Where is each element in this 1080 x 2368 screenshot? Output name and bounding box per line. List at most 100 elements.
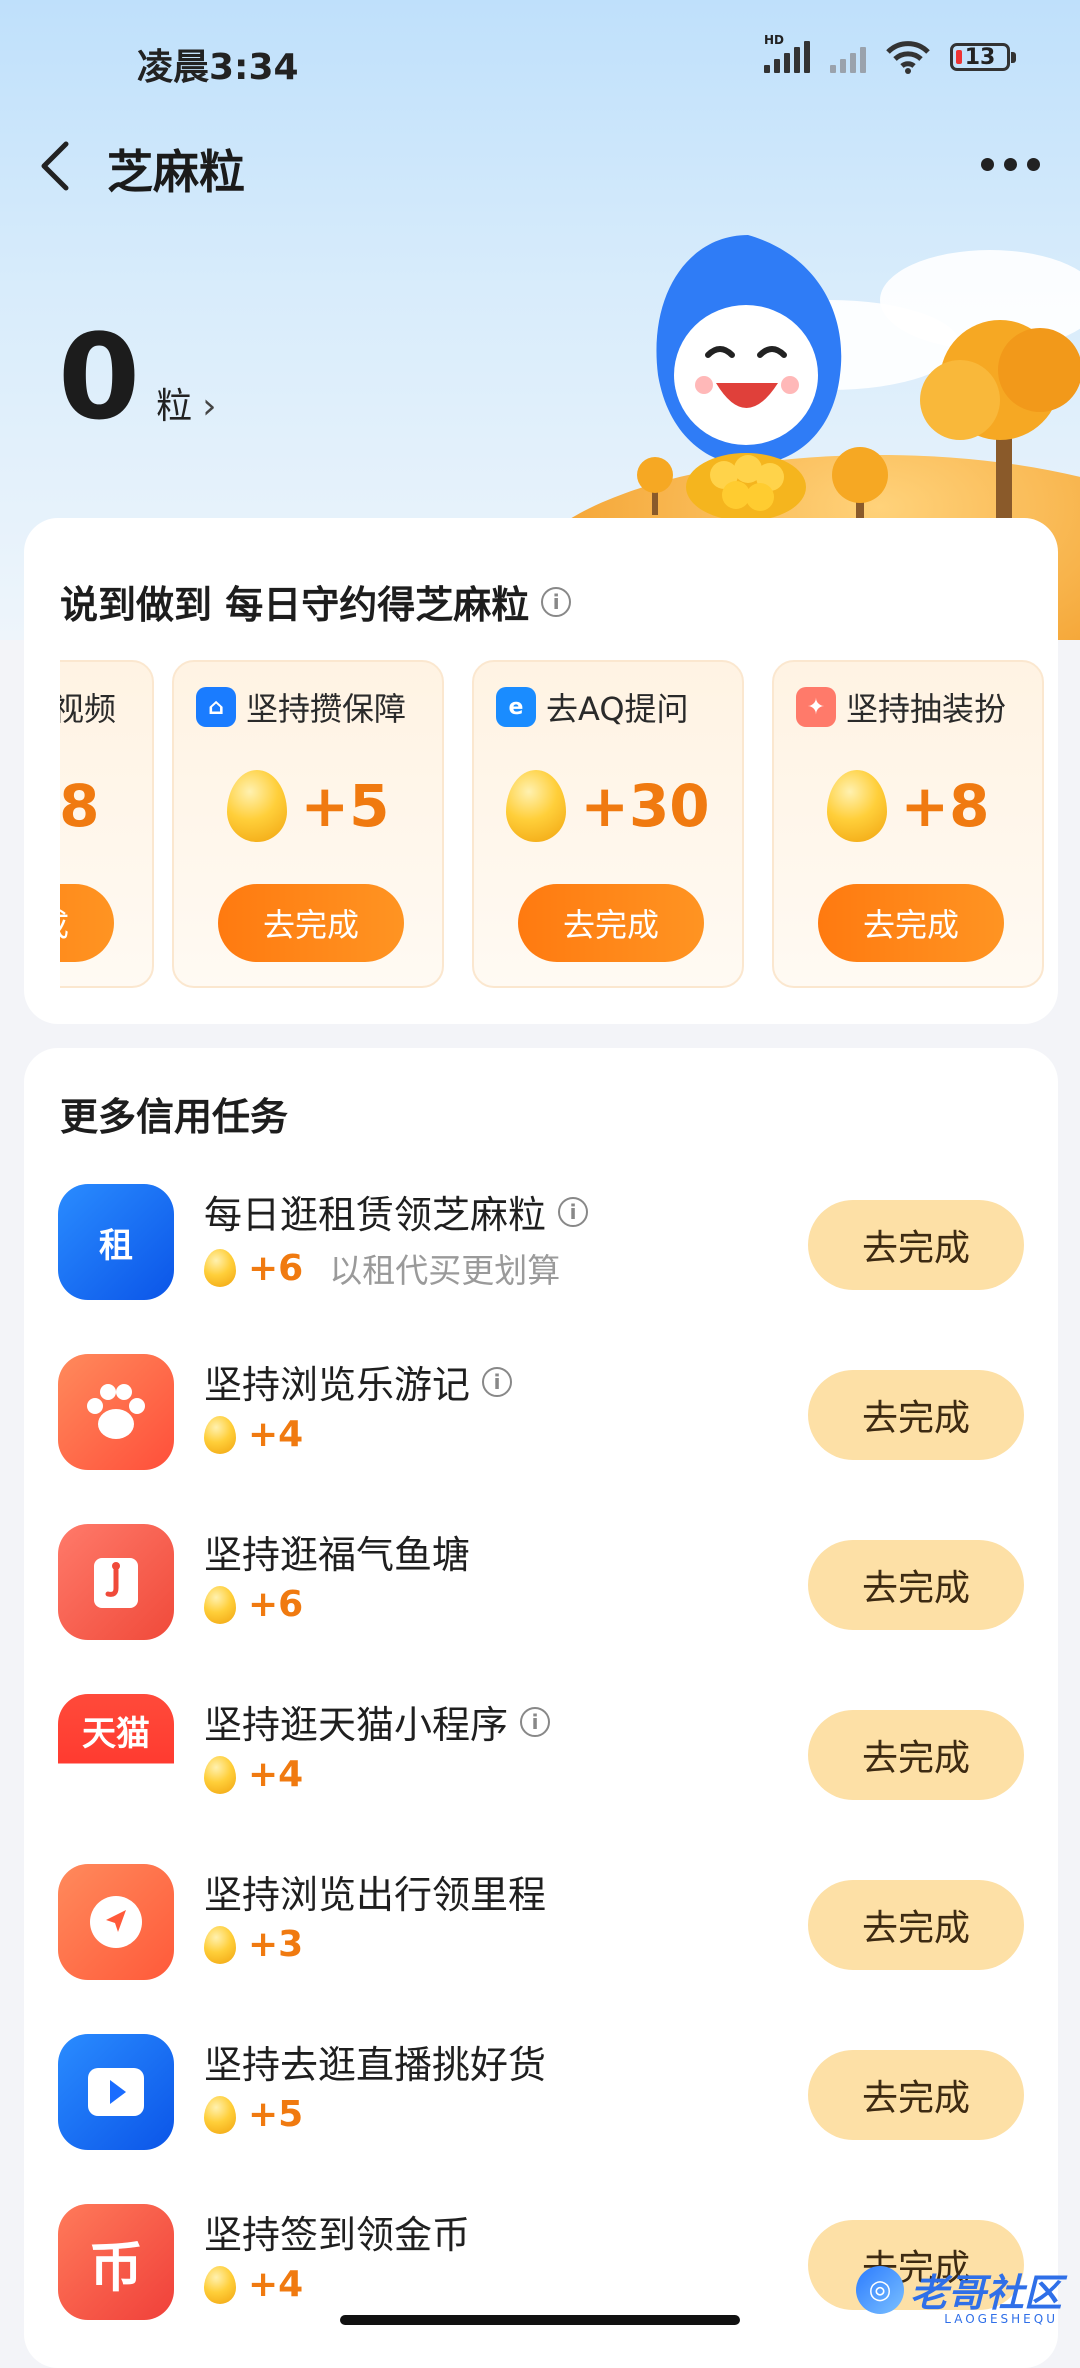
list-item[interactable]: 坚持浏览出行领里程 +3 去完成 bbox=[24, 1864, 1058, 2034]
points-balance[interactable]: 0 粒 › bbox=[58, 318, 217, 436]
info-icon[interactable]: i bbox=[541, 586, 572, 617]
list-item[interactable]: 租 每日逛租赁领芝麻粒 i +6 以租代买更划算 去完成 bbox=[24, 1184, 1058, 1354]
watermark-logo-icon: ◎ bbox=[855, 2265, 904, 2314]
daily-task-card[interactable]: ▶ 坚持刷视频 +8 去完成 bbox=[60, 660, 154, 988]
daily-task-head: ▶ 坚持刷视频 bbox=[60, 684, 116, 730]
sesame-egg-icon bbox=[204, 1925, 236, 1964]
complete-button[interactable]: 去完成 bbox=[518, 884, 704, 962]
rent-icon: 租 bbox=[58, 1184, 174, 1300]
list-item-reward: +4 bbox=[204, 2264, 303, 2305]
list-item-reward: +4 bbox=[204, 1414, 303, 1455]
battery-level: 13 bbox=[964, 44, 996, 70]
sesame-egg-icon bbox=[826, 770, 887, 842]
list-item-title-text: 坚持逛福气鱼塘 bbox=[204, 1533, 471, 1577]
tree-icon bbox=[920, 320, 1080, 540]
list-item[interactable]: 坚持浏览乐游记 i +4 去完成 bbox=[24, 1354, 1058, 1524]
watermark-text: 老哥社区 bbox=[909, 2271, 1062, 2315]
back-arrow-icon[interactable] bbox=[32, 138, 82, 194]
sesame-egg-icon bbox=[226, 770, 287, 842]
daily-task-head: e 去AQ提问 bbox=[496, 684, 689, 730]
wifi-icon bbox=[886, 41, 930, 74]
rent-icon-text: 租 bbox=[99, 1225, 133, 1266]
daily-task-reward: +8 bbox=[774, 770, 1042, 842]
daily-tasks-card: 说到做到 每日守约得芝麻粒 i ▶ 坚持刷视频 +8 去完成 ⌂ 坚持攒保障 +… bbox=[24, 518, 1058, 1024]
sesame-egg-icon bbox=[506, 770, 567, 842]
info-icon[interactable]: i bbox=[558, 1196, 589, 1227]
list-item[interactable]: 坚持逛福气鱼塘 +6 去完成 bbox=[24, 1524, 1058, 1694]
list-item-title: 坚持逛福气鱼塘 bbox=[204, 1524, 470, 1579]
complete-button[interactable]: 去完成 bbox=[808, 2050, 1024, 2140]
daily-task-value: +30 bbox=[580, 772, 710, 840]
status-icons: HD 13 bbox=[764, 33, 1016, 74]
info-icon[interactable]: i bbox=[482, 1366, 513, 1397]
list-item-title-text: 坚持逛天猫小程序 bbox=[204, 1703, 509, 1747]
paw-icon bbox=[58, 1354, 174, 1470]
list-item-value: +6 bbox=[248, 1247, 304, 1289]
list-item-reward: +4 bbox=[204, 1754, 303, 1795]
list-item-title: 坚持逛天猫小程序 i bbox=[204, 1694, 551, 1749]
daily-task-value: +8 bbox=[900, 772, 990, 840]
daily-task-head: ✦ 坚持抽装扮 bbox=[796, 684, 1006, 730]
home-indicator[interactable] bbox=[340, 2315, 740, 2325]
list-item-title-text: 坚持浏览乐游记 bbox=[204, 1363, 471, 1407]
daily-task-card[interactable]: ✦ 坚持抽装扮 +8 去完成 bbox=[772, 660, 1044, 988]
daily-tasks-title-text: 说到做到 每日守约得芝麻粒 bbox=[60, 583, 530, 627]
coin-icon: 币 bbox=[58, 2204, 174, 2320]
list-item-reward: +5 bbox=[204, 2094, 303, 2135]
status-time: 凌晨3:34 bbox=[137, 47, 299, 88]
daily-task-label: 坚持攒保障 bbox=[246, 690, 407, 728]
more-tasks-card: 更多信用任务 租 每日逛租赁领芝麻粒 i +6 以租代买更划算 去完成 坚持浏览乐… bbox=[24, 1048, 1058, 2368]
coin-icon-text: 币 bbox=[89, 2235, 143, 2299]
daily-task-reward: +30 bbox=[474, 770, 742, 842]
list-item-title-text: 坚持签到领金币 bbox=[204, 2213, 471, 2257]
sesame-egg-icon bbox=[204, 1755, 236, 1794]
complete-button[interactable]: 去完成 bbox=[808, 1540, 1024, 1630]
complete-button[interactable]: 去完成 bbox=[808, 1200, 1024, 1290]
complete-button[interactable]: 去完成 bbox=[808, 1880, 1024, 1970]
list-item-value: +4 bbox=[248, 1754, 304, 1795]
watermark-subtext: LAOGESHEQU bbox=[944, 2312, 1058, 2326]
daily-task-reward: +5 bbox=[174, 770, 442, 842]
list-item-value: +5 bbox=[248, 2094, 304, 2135]
sesame-egg-icon bbox=[204, 2095, 236, 2134]
daily-task-label: 坚持刷视频 bbox=[60, 690, 117, 728]
daily-task-head: ⌂ 坚持攒保障 bbox=[196, 684, 406, 730]
daily-task-label: 坚持抽装扮 bbox=[846, 690, 1007, 728]
play-icon bbox=[58, 2034, 174, 2150]
list-item-reward: +6 以租代买更划算 bbox=[204, 1244, 560, 1292]
navigation-icon bbox=[58, 1864, 174, 1980]
status-bar: 凌晨3:34 HD 13 bbox=[0, 0, 1080, 120]
list-item-reward: +3 bbox=[204, 1924, 303, 1965]
list-item-title: 坚持签到领金币 bbox=[204, 2204, 470, 2259]
complete-button[interactable]: 去完成 bbox=[818, 884, 1004, 962]
list-item-title-text: 坚持浏览出行领里程 bbox=[204, 1873, 547, 1917]
list-item[interactable]: 坚持去逛直播挑好货 +5 去完成 bbox=[24, 2034, 1058, 2204]
list-item-title: 坚持浏览乐游记 i bbox=[204, 1354, 513, 1409]
info-icon[interactable]: i bbox=[520, 1706, 551, 1737]
list-item-desc: 以租代买更划算 bbox=[329, 1251, 561, 1290]
shield-icon: ⌂ bbox=[196, 687, 236, 727]
list-item-reward: +6 bbox=[204, 1584, 303, 1625]
list-item-title: 每日逛租赁领芝麻粒 i bbox=[204, 1184, 589, 1239]
sesame-egg-icon bbox=[204, 1249, 236, 1287]
daily-task-reward: +8 bbox=[60, 770, 152, 842]
complete-button[interactable]: 去完成 bbox=[808, 1370, 1024, 1460]
daily-tasks-carousel[interactable]: ▶ 坚持刷视频 +8 去完成 ⌂ 坚持攒保障 +5 去完成 e 去AQ提问 bbox=[60, 660, 1058, 990]
battery-icon: 13 bbox=[950, 43, 1016, 71]
complete-button[interactable]: 去完成 bbox=[218, 884, 404, 962]
list-item-title: 坚持去逛直播挑好货 bbox=[204, 2034, 546, 2089]
daily-task-card[interactable]: e 去AQ提问 +30 去完成 bbox=[472, 660, 744, 988]
complete-button[interactable]: 去完成 bbox=[60, 884, 114, 962]
signal-icon-secondary bbox=[830, 41, 866, 73]
complete-button[interactable]: 去完成 bbox=[808, 1710, 1024, 1800]
more-options-icon[interactable] bbox=[981, 158, 1040, 171]
daily-task-card[interactable]: ⌂ 坚持攒保障 +5 去完成 bbox=[172, 660, 444, 988]
watermark: ◎ 老哥社区 bbox=[855, 2262, 1062, 2317]
list-item-value: +6 bbox=[248, 1584, 304, 1625]
daily-task-value: +5 bbox=[300, 772, 390, 840]
list-item-value: +3 bbox=[248, 1924, 304, 1965]
list-item[interactable]: 天猫 坚持逛天猫小程序 i +4 去完成 bbox=[24, 1694, 1058, 1864]
daily-task-label: 去AQ提问 bbox=[546, 690, 689, 728]
list-item-title-text: 坚持去逛直播挑好货 bbox=[204, 2043, 547, 2087]
list-item-title-text: 每日逛租赁领芝麻粒 bbox=[204, 1193, 547, 1237]
